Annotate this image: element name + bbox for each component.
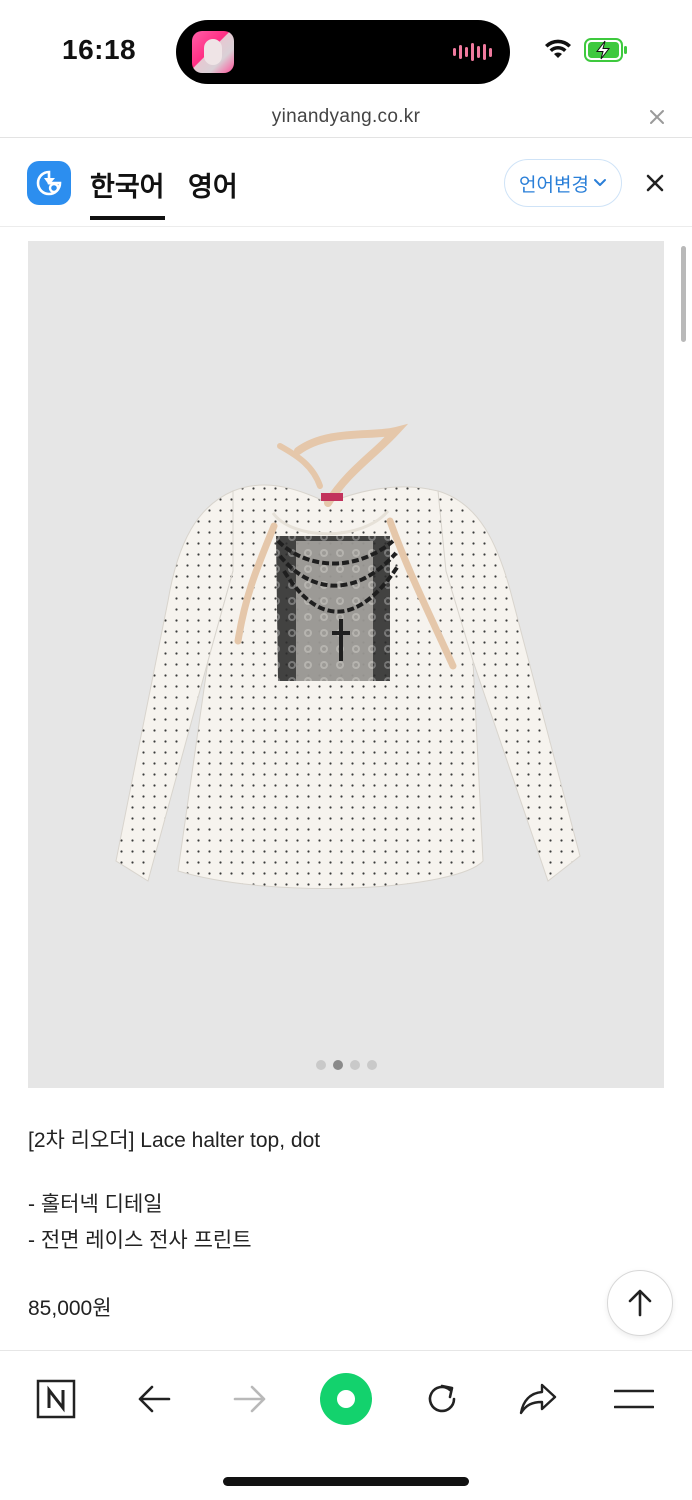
menu-icon xyxy=(614,1389,654,1409)
green-dot-button[interactable] xyxy=(316,1371,376,1427)
scroll-to-top-button[interactable] xyxy=(607,1270,673,1336)
tab-english[interactable]: 영어 xyxy=(188,165,238,204)
home-indicator[interactable] xyxy=(223,1477,469,1486)
forward-icon xyxy=(233,1385,266,1413)
mobile-browser-page: 16:18 yinandyang.co.kr 한국어 영어 언어변경 [2차 리… xyxy=(0,0,692,1500)
product-detail: - 홀터넥 디테일 xyxy=(28,1193,163,1216)
product-photo xyxy=(115,423,581,889)
change-language-label: 언어변경 xyxy=(519,174,589,196)
url-domain[interactable]: yinandyang.co.kr xyxy=(0,106,692,128)
refresh-button[interactable] xyxy=(412,1371,472,1427)
product-price: 85,000원 xyxy=(28,1297,112,1320)
chevron-down-icon xyxy=(593,179,606,186)
change-language-button[interactable]: 언어변경 xyxy=(504,159,622,207)
status-time: 16:18 xyxy=(62,34,137,65)
close-translate-icon[interactable] xyxy=(644,172,666,194)
carousel-dot[interactable] xyxy=(366,1060,377,1070)
translate-bar: 한국어 영어 언어변경 xyxy=(0,139,692,227)
carousel-dot[interactable] xyxy=(315,1060,326,1070)
share-icon xyxy=(519,1383,557,1415)
tab-korean[interactable]: 한국어 xyxy=(90,165,165,220)
share-button[interactable] xyxy=(508,1371,568,1427)
dynamic-island[interactable] xyxy=(176,20,510,84)
naver-home-button[interactable] xyxy=(26,1371,86,1427)
close-icon[interactable] xyxy=(646,106,668,128)
green-dot-icon xyxy=(320,1373,372,1425)
status-bar: 16:18 xyxy=(0,0,692,100)
carousel-indicator[interactable] xyxy=(28,1060,664,1070)
forward-button[interactable] xyxy=(220,1371,280,1427)
menu-button[interactable] xyxy=(604,1371,664,1427)
carousel-dot[interactable] xyxy=(349,1060,360,1070)
arrow-up-icon xyxy=(628,1289,652,1317)
product-image-carousel[interactable] xyxy=(28,241,664,1088)
wifi-icon xyxy=(545,39,571,58)
back-button[interactable] xyxy=(124,1371,184,1427)
refresh-icon xyxy=(428,1384,456,1413)
naver-home-icon xyxy=(36,1379,76,1419)
back-icon xyxy=(138,1385,171,1413)
battery-charging-icon xyxy=(584,38,627,62)
product-title: [2차 리오더] Lace halter top, dot xyxy=(28,1129,321,1152)
url-bar[interactable]: yinandyang.co.kr xyxy=(0,100,692,138)
product-detail: - 전면 레이스 전사 프린트 xyxy=(28,1229,252,1252)
papago-logo-icon[interactable] xyxy=(27,161,71,205)
album-art-icon xyxy=(192,31,234,73)
scrollbar[interactable] xyxy=(681,246,686,342)
carousel-dot-active[interactable] xyxy=(332,1060,343,1070)
audio-wave-icon xyxy=(453,42,492,62)
